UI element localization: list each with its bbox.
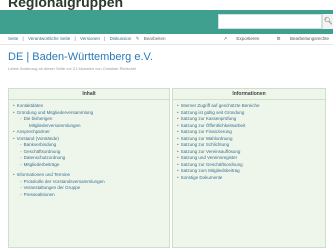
info-item-label: Satzung zur Vereinsauflösung (180, 148, 241, 154)
bullet-icon: ◦ (20, 116, 22, 121)
bullet-icon: • (177, 109, 179, 115)
search-icon: 🔍︎ (324, 18, 333, 25)
bullet-icon: • (13, 129, 15, 134)
toc-list: • Kontaktdaten • Gründung und Mitgliederver… (9, 100, 169, 198)
toc-item-label: Geschäftsordnung (23, 148, 61, 154)
tab-versions[interactable]: Versionen (80, 36, 100, 41)
gear-icon: ⚙ (276, 36, 281, 41)
export-label: Exportieren (236, 36, 260, 41)
page-tools: ↗ Exportieren ⚙ Bearbeitungsrechte (207, 36, 329, 42)
tab-responsible-page[interactable]: Verantwortliche Seite (28, 36, 70, 41)
bullet-icon: • (177, 168, 179, 173)
breadcrumb-separator: | (74, 36, 76, 41)
bullet-icon: • (177, 103, 179, 108)
toc-item-label: Informationen und Termine (16, 172, 71, 177)
bullet-icon: ◦ (20, 142, 22, 147)
info-item-label: Sonstige Dokumente (180, 174, 223, 180)
toc-item-label: Vorstand (Vorstände) (16, 135, 59, 141)
toc-item-label: Ansprechpartner (16, 129, 50, 134)
info-item-label: Satzung zur Wahlordnung (180, 135, 233, 141)
bullet-icon: ◦ (20, 155, 22, 160)
info-box: Informationen • Interner Zugriff auf gesc… (172, 88, 326, 248)
tab-edit[interactable]: Bearbeiten (144, 36, 166, 41)
bullet-icon: ◦ (20, 148, 22, 154)
tab-discussion[interactable]: Diskussion (110, 36, 132, 41)
export-icon: ↗ (223, 36, 228, 41)
search-input[interactable] (218, 14, 322, 29)
toc-item-label: Die bisherigen (23, 116, 53, 121)
breadcrumb: Seite | Verantwortliche Seite | Versione… (8, 36, 169, 42)
toc-item-label: Protokolle der Vorstandsversammlungen (23, 178, 105, 184)
bullet-icon: • (177, 122, 179, 128)
toc-item[interactable]: ◦ Presseaktionen (13, 192, 165, 199)
bullet-icon: • (13, 135, 15, 141)
search-button[interactable]: 🔍︎ (322, 14, 333, 29)
info-item-label: Satzung ist gültig seit Gründung (180, 109, 245, 115)
edit-icon[interactable]: ✎ (136, 36, 140, 41)
bullet-icon: ◦ (20, 185, 22, 190)
bullet-icon: • (177, 161, 179, 167)
bullet-icon: ◦ (20, 161, 22, 167)
tab-page[interactable]: Seite (8, 36, 18, 41)
permissions-label: Bearbeitungsrechte (289, 36, 329, 41)
toc-item-label: Gründung und Mitgliederversammlung (16, 109, 94, 115)
toc-item-label: Datenschutzordnung (23, 155, 66, 160)
permissions-button[interactable]: ⚙ Bearbeitungsrechte (269, 36, 329, 41)
bullet-icon: • (177, 116, 179, 121)
bullet-icon: • (177, 174, 179, 180)
info-item[interactable]: • Sonstige Dokumente (177, 175, 321, 182)
page-toolbar: Seite | Verantwortliche Seite | Versione… (0, 34, 333, 45)
bullet-icon: • (177, 148, 179, 154)
toc-item-label: Mitgliederversammlungen (29, 122, 81, 128)
toc-item-label: Bankverbindung (23, 142, 57, 147)
toc-title: Inhalt (9, 89, 169, 100)
info-item-label: Interner Zugriff auf geschützte Bereiche (180, 103, 260, 108)
bullet-icon: • (177, 142, 179, 147)
info-list: • Interner Zugriff auf geschützte Bereich… (173, 100, 325, 181)
toc-item[interactable]: ◦ Mitgliederbeiträge (13, 162, 165, 169)
bullet-icon: ◦ (20, 178, 22, 184)
bullet-icon: • (177, 155, 179, 160)
info-item-label: Satzung zum Mitgliedsbeitrag (180, 168, 240, 173)
breadcrumb-separator: | (104, 36, 106, 41)
bullet-icon: ◦ (20, 191, 22, 197)
breadcrumb-separator: | (22, 36, 24, 41)
bullet-icon: • (177, 135, 179, 141)
page-description: Letzte Änderung an dieser Seite vor 21 M… (8, 66, 137, 71)
info-item-label: Satzung zur Geschäftsordnung (180, 161, 243, 167)
bullet-icon: • (177, 129, 179, 134)
toc-item-label: Kontaktdaten (16, 103, 44, 108)
site-title[interactable]: Regionalgruppen (8, 0, 123, 10)
toc-item-label: Presseaktionen (23, 191, 55, 197)
info-item-label: Satzung zur Schlichtung (180, 142, 230, 147)
toc-item-label: Mitgliederbeiträge (23, 161, 60, 167)
info-title: Informationen (173, 89, 325, 100)
info-item-label: Satzung und Vereinsregister (180, 155, 238, 160)
page-title: DE | Baden-Württemberg e.V. (8, 51, 153, 63)
toc-item-label: Veranstaltungen der Gruppe (23, 185, 81, 190)
toc-box: Inhalt • Kontaktdaten • Gründung und Mitgli… (8, 88, 170, 248)
info-item-label: Satzung zur Öffentlichkeitsarbeit (180, 122, 246, 128)
export-button[interactable]: ↗ Exportieren (215, 36, 259, 41)
bullet-icon: • (13, 109, 15, 115)
info-item-label: Satzung zur Finanzierung (180, 129, 232, 134)
info-item-label: Satzung zur Kassenprüfung (180, 116, 237, 121)
bullet-icon: • (13, 103, 15, 108)
bullet-icon: • (13, 172, 15, 177)
site-header: Regionalgruppen (0, 0, 333, 10)
